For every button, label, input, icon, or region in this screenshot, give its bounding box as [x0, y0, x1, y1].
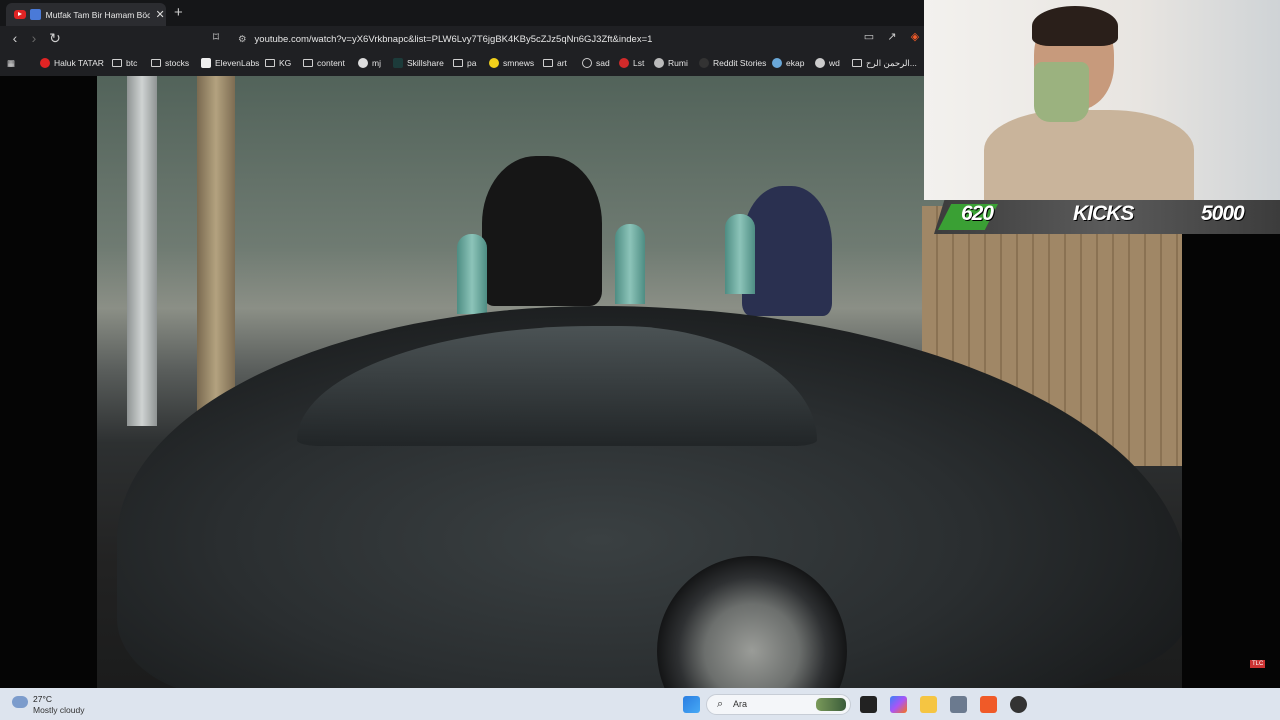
- bookmark-item[interactable]: Skillshare: [393, 57, 444, 69]
- wikipedia-icon: [815, 58, 825, 68]
- windows-start-icon[interactable]: [683, 696, 700, 713]
- tab-active[interactable]: Mutfak Tam Bir Hamam Böceği ✕: [6, 3, 166, 26]
- weather-description[interactable]: Mostly cloudy: [33, 705, 85, 715]
- green-mug: [1034, 62, 1089, 122]
- smnews-icon: [489, 58, 499, 68]
- bookmark-item[interactable]: wd: [815, 57, 840, 69]
- bookmark-item[interactable]: Lst: [619, 57, 644, 69]
- address-bar[interactable]: ⚙ youtube.com/watch?v=yX6Vrkbnapc&list=PL…: [232, 30, 900, 49]
- woman-black-shirt: [482, 156, 602, 306]
- tab-title: Mutfak Tam Bir Hamam Böceği: [45, 9, 151, 20]
- bookmark-item[interactable]: smnews: [489, 57, 534, 69]
- back-icon[interactable]: ‹: [6, 30, 24, 46]
- folder-icon: [543, 59, 553, 67]
- weather-temperature[interactable]: 27°C: [33, 694, 52, 704]
- woman-blue-shirt: [742, 186, 832, 316]
- bookmark-item[interactable]: الرحمن الرح...: [852, 57, 917, 69]
- close-tab-icon[interactable]: ✕: [154, 8, 166, 21]
- snipping-tool-icon[interactable]: [950, 696, 967, 713]
- bookmark-folder[interactable]: art: [543, 57, 567, 69]
- folder-icon: [303, 59, 313, 67]
- site-icon: [29, 9, 41, 20]
- teal-post: [457, 234, 487, 314]
- obs-icon[interactable]: [1010, 696, 1027, 713]
- search-placeholder: Ara: [733, 699, 748, 709]
- folder-icon: [265, 59, 275, 67]
- teal-post: [615, 224, 645, 304]
- channel-logo: TLC: [1250, 660, 1266, 668]
- new-tab-button[interactable]: +: [174, 4, 183, 21]
- sad-icon: [582, 58, 592, 68]
- folder-icon: [151, 59, 161, 67]
- teal-post: [725, 214, 755, 294]
- url-text: youtube.com/watch?v=yX6Vrkbnapc&list=PLW…: [254, 34, 653, 45]
- bookmark-item[interactable]: ekap: [772, 57, 804, 69]
- bookmark-folder[interactable]: content: [303, 57, 345, 69]
- reload-icon[interactable]: ↻: [46, 30, 64, 47]
- tab-strip: Mutfak Tam Bir Hamam Böceği ✕ +: [0, 0, 924, 26]
- current-kicks-count: 620: [961, 202, 994, 225]
- share-icon[interactable]: ↗: [883, 30, 901, 43]
- bookmark-item[interactable]: Rumi: [654, 57, 688, 69]
- bookmarks-bar: ▦ Haluk TATAR btc stocks ElevenLabs KG c…: [0, 52, 924, 74]
- globe-icon: [654, 58, 664, 68]
- github-icon: [358, 58, 368, 68]
- weather-cloud-icon[interactable]: [12, 696, 28, 708]
- bookmark-icon[interactable]: ⌑: [207, 30, 225, 44]
- reddit-stories-icon: [699, 58, 709, 68]
- youtube-icon: [14, 10, 26, 19]
- skillshare-icon: [393, 58, 403, 68]
- bookmark-folder[interactable]: pa: [453, 57, 476, 69]
- taskbar-search[interactable]: ⌕ Ara: [706, 694, 851, 715]
- bookmark-item[interactable]: ElevenLabs: [201, 57, 259, 69]
- metal-pole: [127, 76, 157, 426]
- bookmark-folder[interactable]: stocks: [151, 57, 189, 69]
- search-icon: ⌕: [717, 698, 724, 710]
- bookmark-folder[interactable]: btc: [112, 57, 137, 69]
- letterbox-left: [0, 76, 97, 688]
- cast-icon[interactable]: ▭: [860, 30, 878, 43]
- bookmark-folder[interactable]: KG: [265, 57, 291, 69]
- brave-browser-icon[interactable]: [980, 696, 997, 713]
- bookmark-item[interactable]: sad: [582, 57, 610, 69]
- browser-window: Mutfak Tam Bir Hamam Böceği ✕ + ‹ › ↻ ⌑ …: [0, 0, 924, 76]
- streamer-shirt: [984, 110, 1194, 200]
- bookmark-item[interactable]: mj: [358, 57, 381, 69]
- nav-bar: ‹ › ↻ ⌑ ⚙ youtube.com/watch?v=yX6Vrkbnapc…: [0, 26, 924, 52]
- wooden-pole: [197, 76, 235, 426]
- page-icon: [852, 59, 862, 67]
- copilot-icon[interactable]: [890, 696, 907, 713]
- bookmark-item[interactable]: Haluk TATAR: [40, 57, 104, 69]
- streamer-hair: [1032, 6, 1118, 46]
- kicks-goal: 5000: [1201, 202, 1245, 225]
- forward-icon[interactable]: ›: [25, 30, 43, 46]
- brave-shield-icon[interactable]: ◈: [906, 30, 924, 43]
- youtube-icon: [40, 58, 50, 68]
- elevenlabs-icon: [201, 58, 211, 68]
- task-view-icon[interactable]: [860, 696, 877, 713]
- ekap-icon: [772, 58, 782, 68]
- lst-icon: [619, 58, 629, 68]
- taskbar: 27°C Mostly cloudy ⌕ Ara: [0, 688, 1280, 720]
- kicks-label: KICKS: [1073, 202, 1134, 225]
- folder-icon: [453, 59, 463, 67]
- apps-icon[interactable]: ▦: [7, 57, 15, 69]
- bookmark-item[interactable]: Reddit Stories: [699, 57, 766, 69]
- search-highlight-image: [816, 698, 846, 711]
- webcam-overlay: [924, 0, 1280, 200]
- site-settings-icon[interactable]: ⚙: [238, 30, 247, 49]
- file-explorer-icon[interactable]: [920, 696, 937, 713]
- folder-icon: [112, 59, 122, 67]
